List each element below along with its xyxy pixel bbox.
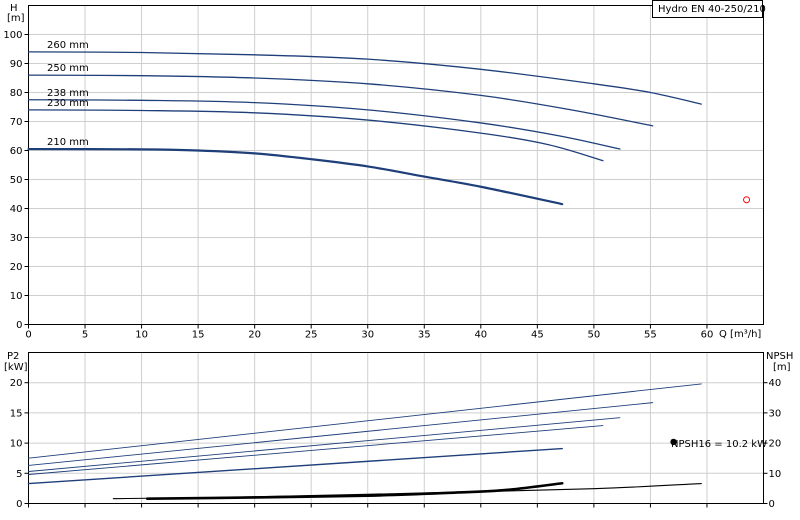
npsh-ylabel-line2: [m]	[773, 362, 791, 373]
pump-curve-figure: 0 5 10 15 20 25 30 35 40 45 50 55 60 0 10 20 30 40 50 60 70 8…	[0, 0, 800, 520]
head-ytick-label: 40	[10, 204, 23, 215]
head-chart-frame	[28, 5, 764, 325]
head-ytick-label: 30	[10, 233, 23, 244]
head-xtick-label: 20	[248, 330, 261, 341]
power-ylabel-line2: [kW]	[4, 362, 28, 373]
power-chart-grid	[28, 352, 764, 504]
head-ytick-label: 90	[10, 59, 23, 70]
head-xlabel: Q [m³/h]	[719, 329, 761, 340]
head-xtick-label: 25	[305, 330, 318, 341]
power-curve-1	[28, 402, 654, 466]
head-xtick-label: 50	[588, 330, 601, 341]
head-curve-3	[27, 109, 604, 162]
npsh-ytick-label: 0	[769, 499, 775, 510]
head-xtick-label: 55	[644, 330, 657, 341]
head-xtick-label: 35	[418, 330, 431, 341]
head-xtick-label: 10	[135, 330, 148, 341]
power-ytick-label: 15	[10, 408, 23, 419]
npsh-ylabel-line1: NPSH	[766, 351, 793, 362]
power-ytick-label: 20	[10, 378, 23, 389]
head-curve-label-3: 230 mm	[47, 98, 89, 109]
head-curve-4	[27, 147, 564, 206]
head-curve-label-1: 250 mm	[47, 63, 89, 74]
head-ytick-label: 80	[10, 88, 23, 99]
power-curve-6	[145, 481, 564, 500]
power-chart-series	[27, 383, 702, 500]
power-ytick-label: 10	[10, 439, 23, 450]
head-curve-label-0: 260 mm	[47, 40, 89, 51]
head-ytick-label: 100	[3, 30, 22, 41]
head-ytick-label: 0	[16, 320, 22, 331]
power-curve-5	[112, 483, 702, 500]
head-curve-0	[27, 51, 702, 105]
power-chart-ticks: 0 5 10 15 20 0 10 20 30 40	[10, 378, 781, 510]
head-ytick-label: 70	[10, 117, 23, 128]
pump-curve-svg: 0 5 10 15 20 25 30 35 40 45 50 55 600102030405060708…	[3, 0, 793, 510]
head-ytick-label: 10	[10, 291, 23, 302]
npsh-ytick-label: 20	[769, 439, 782, 450]
head-xtick-label: 45	[531, 330, 544, 341]
head-xtick-label: 30	[361, 330, 374, 341]
head-ytick-label: 20	[10, 262, 23, 273]
head-curve-label-4: 210 mm	[47, 137, 89, 148]
power-ytick-label: 0	[16, 499, 22, 510]
head-chart-ticks: 0 5 10 15 20 25 30 35 40 45 50 55 60 0 10 20 30 40 50 60 70 8…	[3, 30, 713, 341]
head-ylabel-line2: [m]	[7, 13, 25, 24]
power-ylabel-line1: P2	[7, 351, 19, 362]
power-ytick-label: 5	[16, 469, 22, 480]
power-curve-4	[27, 447, 563, 485]
chart-title: Hydro EN 40-250/210	[658, 4, 766, 15]
power-curve-0	[28, 383, 702, 459]
head-xtick-label: 0	[25, 330, 31, 341]
head-xtick-label: 15	[192, 330, 205, 341]
npsh-annotation: NPSH16 = 10.2 kW	[671, 439, 767, 450]
head-xtick-label: 5	[82, 330, 88, 341]
head-xtick-label: 60	[701, 330, 714, 341]
npsh-ytick-label: 30	[769, 408, 782, 419]
head-ytick-label: 50	[10, 175, 23, 186]
head-chart-grid	[28, 5, 764, 325]
operating-point-marker	[743, 196, 751, 204]
npsh-ytick-label: 10	[769, 469, 782, 480]
npsh-ytick-label: 40	[769, 378, 782, 389]
head-xtick-label: 40	[474, 330, 487, 341]
head-ytick-label: 60	[10, 146, 23, 157]
power-curve-3	[28, 425, 604, 475]
power-chart-frame	[28, 352, 764, 504]
